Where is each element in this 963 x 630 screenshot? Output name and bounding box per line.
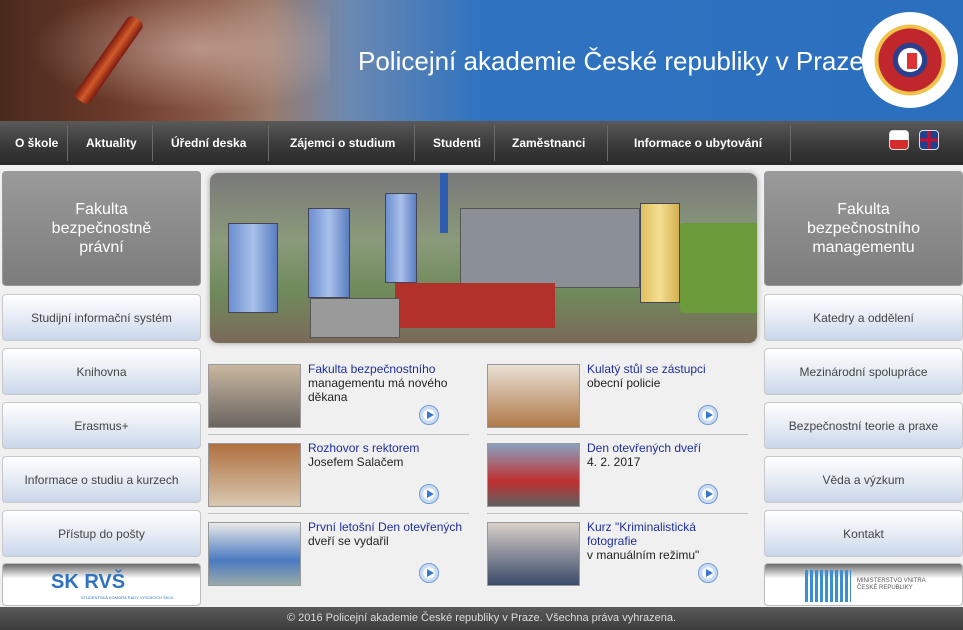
divider bbox=[208, 513, 469, 514]
news-thumbnail bbox=[487, 443, 580, 507]
nav-item-uredni-deska[interactable]: Úřední deska bbox=[171, 121, 246, 165]
news-thumbnail bbox=[487, 364, 580, 428]
news-headline-line: Rozhovor s rektorem bbox=[308, 441, 420, 455]
news-item[interactable]: Kulatý stůl se zástupci obecní policie bbox=[487, 362, 749, 440]
site-footer: © 2016 Policejní akademie České republik… bbox=[0, 607, 963, 630]
chimney bbox=[440, 173, 448, 233]
news-headline-line: obecní policie bbox=[587, 376, 661, 390]
divider bbox=[487, 434, 748, 435]
mvcr-logo[interactable]: MINISTERSTVO VNITRA ČESKÉ REPUBLIKY bbox=[764, 563, 963, 606]
nav-item-studenti[interactable]: Studenti bbox=[433, 121, 481, 165]
sis-button[interactable]: Studijní informační systém bbox=[2, 294, 201, 341]
news-thumbnail bbox=[487, 522, 580, 586]
news-headline-line: Josefem Salačem bbox=[308, 455, 404, 469]
erasmus-button[interactable]: Erasmus+ bbox=[2, 402, 201, 449]
news-item[interactable]: Den otevřených dveří 4. 2. 2017 bbox=[487, 441, 749, 519]
news-headline-line: děkana bbox=[308, 390, 348, 404]
uk-flag-icon[interactable] bbox=[919, 130, 939, 150]
news-headline-line: v manuálním režimu" bbox=[587, 548, 700, 562]
nav-item-ubytovani[interactable]: Informace o ubytování bbox=[634, 121, 762, 165]
news-headline-line: dveří se vydařil bbox=[308, 534, 389, 548]
news-thumbnail bbox=[208, 364, 301, 428]
nav-item-zajemci[interactable]: Zájemci o studium bbox=[290, 121, 395, 165]
mvcr-emblem-icon bbox=[805, 570, 851, 602]
news-thumbnail bbox=[208, 522, 301, 586]
faculty-legal-button[interactable]: Fakulta bezpečnostně právní bbox=[2, 171, 201, 286]
play-icon[interactable] bbox=[419, 405, 439, 425]
nav-item-zamestnanci[interactable]: Zaměstnanci bbox=[512, 121, 585, 165]
news-item[interactable]: Fakulta bezpečnostního managementu má no… bbox=[208, 362, 470, 440]
news-headline[interactable]: Rozhovor s rektorem Josefem Salačem bbox=[308, 441, 470, 469]
news-headline[interactable]: Den otevřených dveří 4. 2. 2017 bbox=[587, 441, 749, 469]
news-item[interactable]: Kurz "Kriminalistická fotografie v manuá… bbox=[487, 520, 749, 598]
news-headline[interactable]: První letošní Den otevřených dveří se vy… bbox=[308, 520, 470, 548]
campus-aerial-photo bbox=[210, 173, 757, 343]
skrvs-logo-text: SK RVŠ bbox=[51, 571, 126, 593]
news-headline[interactable]: Kurz "Kriminalistická fotografie v manuá… bbox=[587, 520, 749, 562]
nav-item-o-skole[interactable]: O škole bbox=[15, 121, 58, 165]
divider bbox=[208, 434, 469, 435]
news-headline[interactable]: Kulatý stůl se zástupci obecní policie bbox=[587, 362, 749, 390]
nav-separator bbox=[268, 125, 269, 161]
news-thumbnail bbox=[208, 443, 301, 507]
mail-access-button[interactable]: Přístup do pošty bbox=[2, 510, 201, 557]
news-headline-line: 4. 2. 2017 bbox=[587, 455, 641, 469]
play-icon[interactable] bbox=[419, 484, 439, 504]
play-icon[interactable] bbox=[698, 563, 718, 583]
main-building bbox=[460, 208, 640, 288]
site-header: Policejní akademie České republiky v Pra… bbox=[0, 0, 963, 121]
news-headline-line: Kurz "Kriminalistická fotografie bbox=[587, 520, 696, 548]
tower-block bbox=[308, 208, 350, 298]
faculty-management-button[interactable]: Fakulta bezpečnostního managementu bbox=[764, 171, 963, 286]
nav-separator bbox=[414, 125, 415, 161]
nav-separator bbox=[790, 125, 791, 161]
nav-item-aktuality[interactable]: Aktuality bbox=[86, 121, 137, 165]
news-headline-line: Fakulta bezpečnostního bbox=[308, 362, 436, 376]
news-item[interactable]: První letošní Den otevřených dveří se vy… bbox=[208, 520, 470, 598]
nav-separator bbox=[607, 125, 608, 161]
low-building bbox=[310, 298, 400, 338]
news-headline-line: Kulatý stůl se zástupci bbox=[587, 362, 706, 376]
header-photo bbox=[0, 0, 330, 121]
study-info-button[interactable]: Informace o studiu a kurzech bbox=[2, 456, 201, 503]
nav-separator bbox=[494, 125, 495, 161]
skrvs-logo[interactable]: SK RVŠ STUDENTSKÁ KOMORA RADY VYSOKÝCH Š… bbox=[2, 563, 201, 606]
site-title: Policejní akademie České republiky v Pra… bbox=[358, 46, 864, 76]
sports-field bbox=[680, 223, 757, 313]
play-icon[interactable] bbox=[698, 484, 718, 504]
library-button[interactable]: Knihovna bbox=[2, 348, 201, 395]
nav-separator bbox=[152, 125, 153, 161]
academy-emblem-logo[interactable] bbox=[862, 12, 958, 108]
divider bbox=[487, 513, 748, 514]
news-headline-line: První letošní Den otevřených bbox=[308, 520, 463, 534]
nav-separator bbox=[67, 125, 68, 161]
skrvs-logo-subtext: STUDENTSKÁ KOMORA RADY VYSOKÝCH ŠKOL bbox=[81, 595, 174, 600]
news-headline-line: managementu má nového bbox=[308, 376, 448, 390]
main-nav: O škole Aktuality Úřední deska Zájemci o… bbox=[0, 121, 963, 165]
news-headline-line: Den otevřených dveří bbox=[587, 441, 702, 455]
mvcr-logo-text: MINISTERSTVO VNITRA ČESKÉ REPUBLIKY bbox=[857, 578, 926, 591]
news-headline[interactable]: Fakulta bezpečnostního managementu má no… bbox=[308, 362, 470, 404]
tower-block bbox=[385, 193, 417, 283]
security-theory-button[interactable]: Bezpečnostní teorie a praxe bbox=[764, 402, 963, 449]
research-button[interactable]: Věda a výzkum bbox=[764, 456, 963, 503]
czech-flag-icon[interactable] bbox=[889, 130, 909, 150]
contact-button[interactable]: Kontakt bbox=[764, 510, 963, 557]
yellow-building bbox=[640, 203, 680, 303]
tower-block bbox=[228, 223, 278, 313]
international-button[interactable]: Mezinárodní spolupráce bbox=[764, 348, 963, 395]
play-icon[interactable] bbox=[419, 563, 439, 583]
red-building bbox=[395, 283, 555, 328]
departments-button[interactable]: Katedry a oddělení bbox=[764, 294, 963, 341]
play-icon[interactable] bbox=[698, 405, 718, 425]
news-item[interactable]: Rozhovor s rektorem Josefem Salačem bbox=[208, 441, 470, 519]
